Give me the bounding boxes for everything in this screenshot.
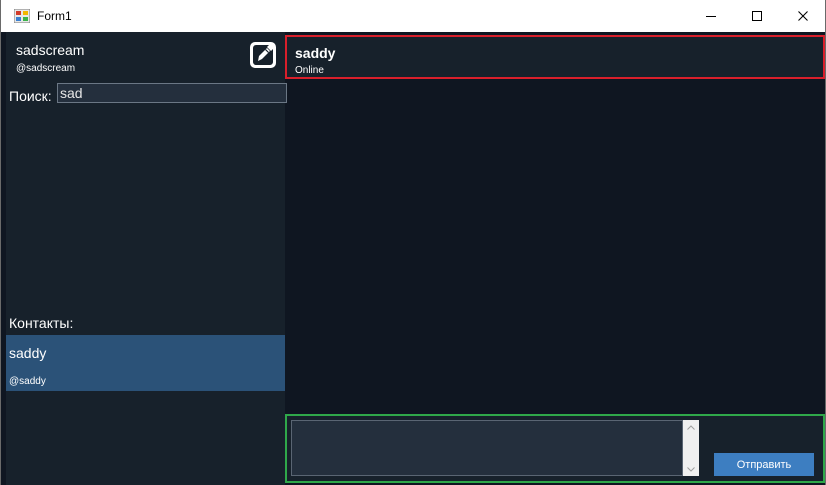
close-icon xyxy=(798,11,808,21)
minimize-icon xyxy=(706,16,716,17)
send-button[interactable]: Отправить xyxy=(714,453,814,476)
contact-handle: @saddy xyxy=(9,376,46,387)
maximize-button[interactable] xyxy=(734,0,780,32)
title-bar[interactable]: Form1 xyxy=(1,0,825,32)
message-scrollbar[interactable] xyxy=(683,420,699,476)
minimize-button[interactable] xyxy=(688,0,734,32)
contact-name: saddy xyxy=(9,345,47,361)
edit-icon[interactable] xyxy=(248,40,278,70)
close-button[interactable] xyxy=(780,0,826,32)
maximize-icon xyxy=(752,11,762,21)
search-label: Поиск: xyxy=(9,88,52,104)
sidebar: sadscream @sadscream Поиск: Контакты: sa… xyxy=(6,32,287,485)
chevron-down-icon xyxy=(687,466,695,472)
chat-header: saddy Online xyxy=(285,35,825,79)
contacts-label: Контакты: xyxy=(9,315,74,331)
window-title: Form1 xyxy=(37,9,72,23)
compose-panel: Отправить xyxy=(285,414,825,483)
chat-title: saddy xyxy=(295,45,336,61)
scroll-down-button[interactable] xyxy=(683,462,699,476)
contact-item[interactable]: saddy @saddy xyxy=(6,335,285,391)
search-input[interactable] xyxy=(57,83,287,103)
profile-handle: @sadscream xyxy=(16,63,76,74)
client-area: sadscream @sadscream Поиск: Контакты: sa… xyxy=(1,32,825,485)
message-input[interactable] xyxy=(291,420,683,476)
chevron-up-icon xyxy=(687,424,695,430)
scroll-up-button[interactable] xyxy=(683,420,699,434)
app-icon xyxy=(14,9,30,23)
profile-name: sadscream xyxy=(16,42,85,58)
chat-status: Online xyxy=(295,65,324,76)
